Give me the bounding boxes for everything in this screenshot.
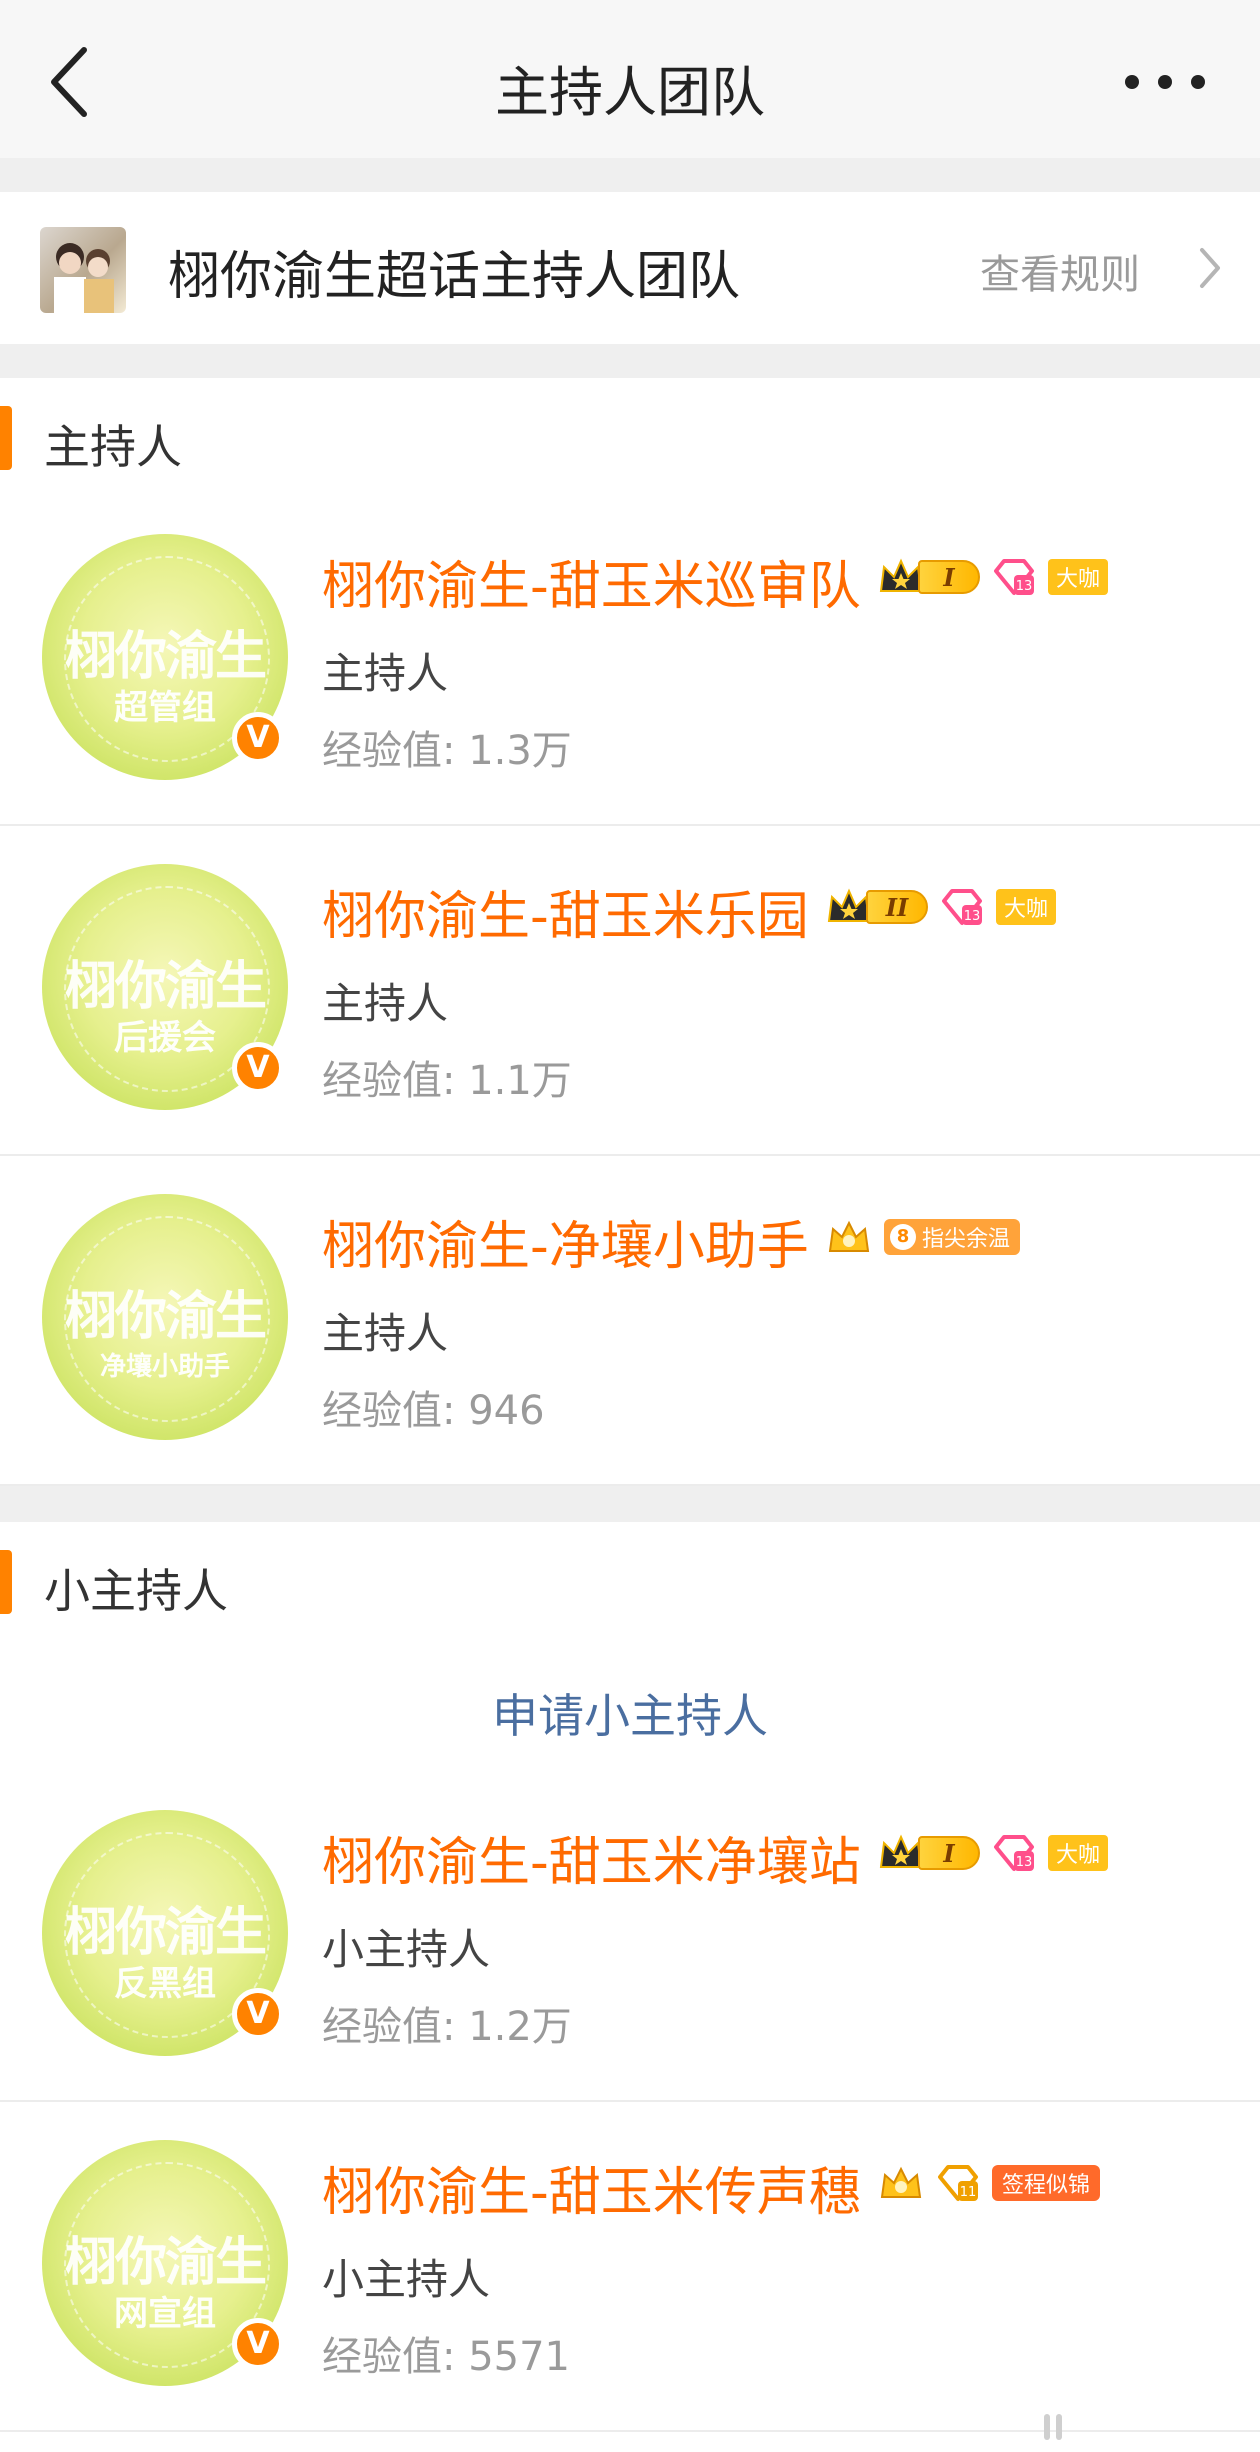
member-experience: 经验值: 946 xyxy=(322,1388,545,1434)
member-badges: I 13 大咖 xyxy=(878,554,1109,600)
member-experience: 经验值: 1.3万 xyxy=(322,728,572,774)
section-accent-bar xyxy=(0,1550,12,1614)
section-title: 主持人 xyxy=(44,420,182,474)
member-role: 主持人 xyxy=(322,1309,449,1358)
apply-junior-host-button[interactable]: 申请小主持人 xyxy=(0,1680,1260,1746)
member-experience: 经验值: 1.1万 xyxy=(322,1058,572,1104)
more-options-icon[interactable] xyxy=(1120,62,1210,102)
member-role: 小主持人 xyxy=(322,1925,491,1974)
member-avatar[interactable]: 栩你渝生 净壤小助手 xyxy=(42,1194,288,1440)
avatar-text: 栩你渝生 xyxy=(64,2232,267,2293)
member-row[interactable]: 栩你渝生 反黑组 V 栩你渝生-甜玉米净壤站 I 13 大咖 小主持人 经验值:… xyxy=(0,1772,1260,2102)
member-tag: 大咖 xyxy=(1048,559,1109,595)
tag-label: 指尖余温 xyxy=(922,1227,1011,1252)
member-name[interactable]: 栩你渝生-甜玉米巡审队 xyxy=(322,544,861,619)
svg-text:13: 13 xyxy=(964,909,981,924)
fingertip-warmth-tag: 8 指尖余温 xyxy=(884,1219,1021,1255)
gold-crown-icon[interactable] xyxy=(826,1217,872,1257)
divider xyxy=(0,344,1260,378)
member-badges: 11 签程似锦 xyxy=(878,2160,1101,2206)
navigation-bar: 主持人团队 xyxy=(0,0,1260,158)
member-badges: II 13 大咖 xyxy=(826,884,1057,930)
crown-level: I xyxy=(918,560,980,594)
svg-text:13: 13 xyxy=(1016,1855,1033,1870)
chevron-right-icon[interactable] xyxy=(1192,240,1228,296)
view-rules-link[interactable]: 查看规则 xyxy=(980,242,1140,300)
member-role: 主持人 xyxy=(322,649,449,698)
diamond-icon: 13 xyxy=(994,559,1034,595)
member-role: 主持人 xyxy=(322,979,449,1028)
section-title: 小主持人 xyxy=(44,1564,228,1618)
member-row[interactable]: 栩你渝生 净壤小助手 栩你渝生-净壤小助手 8 指尖余温 主持人 经验值: 94… xyxy=(0,1156,1260,1486)
member-name[interactable]: 栩你渝生-净壤小助手 xyxy=(322,1204,809,1279)
diamond-icon: 13 xyxy=(942,889,982,925)
member-row[interactable]: 栩你渝生 后援会 V 栩你渝生-甜玉米乐园 II 13 大咖 主持人 经验值: … xyxy=(0,826,1260,1156)
member-name[interactable]: 栩你渝生-甜玉米乐园 xyxy=(322,874,809,949)
member-experience: 经验值: 5571 xyxy=(322,2334,570,2380)
apply-row[interactable]: 申请小主持人 xyxy=(0,1640,1260,1774)
svg-text:13: 13 xyxy=(1016,579,1033,594)
verified-v-icon: V xyxy=(232,712,284,764)
member-name[interactable]: 栩你渝生-甜玉米净壤站 xyxy=(322,1820,861,1895)
avatar-subtext: 净壤小助手 xyxy=(99,1352,230,1382)
crown-level: II xyxy=(866,890,928,924)
member-badges: 8 指尖余温 xyxy=(826,1214,1021,1260)
verified-v-icon: V xyxy=(232,2318,284,2370)
section-header-hosts: 主持人 xyxy=(0,378,1260,498)
member-tag: 大咖 xyxy=(996,889,1057,925)
avatar-text: 栩你渝生 xyxy=(64,956,267,1017)
crown-level-badge[interactable]: I xyxy=(878,557,980,597)
member-row[interactable]: 栩你渝生 超管组 V 栩你渝生-甜玉米巡审队 I 13 大咖 主持人 经验值: … xyxy=(0,496,1260,826)
member-badges: I 13 大咖 xyxy=(878,1830,1109,1876)
svg-text:11: 11 xyxy=(960,2185,977,2200)
avatar-text: 栩你渝生 xyxy=(64,1902,267,1963)
team-info-row[interactable]: 栩你渝生超话主持人团队 查看规则 xyxy=(0,192,1260,344)
crown-level-badge[interactable]: I xyxy=(878,1833,980,1873)
divider xyxy=(0,158,1260,192)
avatar-text: 栩你渝生 xyxy=(64,626,267,687)
member-tag: 大咖 xyxy=(1048,1835,1109,1871)
member-experience: 经验值: 1.2万 xyxy=(322,2004,572,2050)
section-header-junior-hosts: 小主持人 xyxy=(0,1522,1260,1642)
team-thumbnail xyxy=(40,227,126,313)
divider xyxy=(0,1486,1260,1522)
gold-diamond-icon: 11 xyxy=(938,2165,978,2201)
crown-level-badge[interactable]: II xyxy=(826,887,928,927)
member-role: 小主持人 xyxy=(322,2255,491,2304)
scroll-indicator-icon xyxy=(1044,2414,1062,2440)
verified-v-icon: V xyxy=(232,1042,284,1094)
gold-crown-icon[interactable] xyxy=(878,2163,924,2203)
team-name: 栩你渝生超话主持人团队 xyxy=(168,247,741,307)
member-name[interactable]: 栩你渝生-甜玉米传声穗 xyxy=(322,2150,861,2225)
member-tag: 签程似锦 xyxy=(992,2165,1101,2201)
page-title: 主持人团队 xyxy=(495,61,765,124)
crown-level: I xyxy=(918,1836,980,1870)
verified-v-icon: V xyxy=(232,1988,284,2040)
tag-number: 8 xyxy=(890,1224,916,1250)
member-row[interactable]: 栩你渝生 网宣组 V 栩你渝生-甜玉米传声穗 11 签程似锦 小主持人 经验值:… xyxy=(0,2102,1260,2432)
section-accent-bar xyxy=(0,406,12,470)
diamond-icon: 13 xyxy=(994,1835,1034,1871)
avatar-text: 栩你渝生 xyxy=(64,1286,267,1347)
